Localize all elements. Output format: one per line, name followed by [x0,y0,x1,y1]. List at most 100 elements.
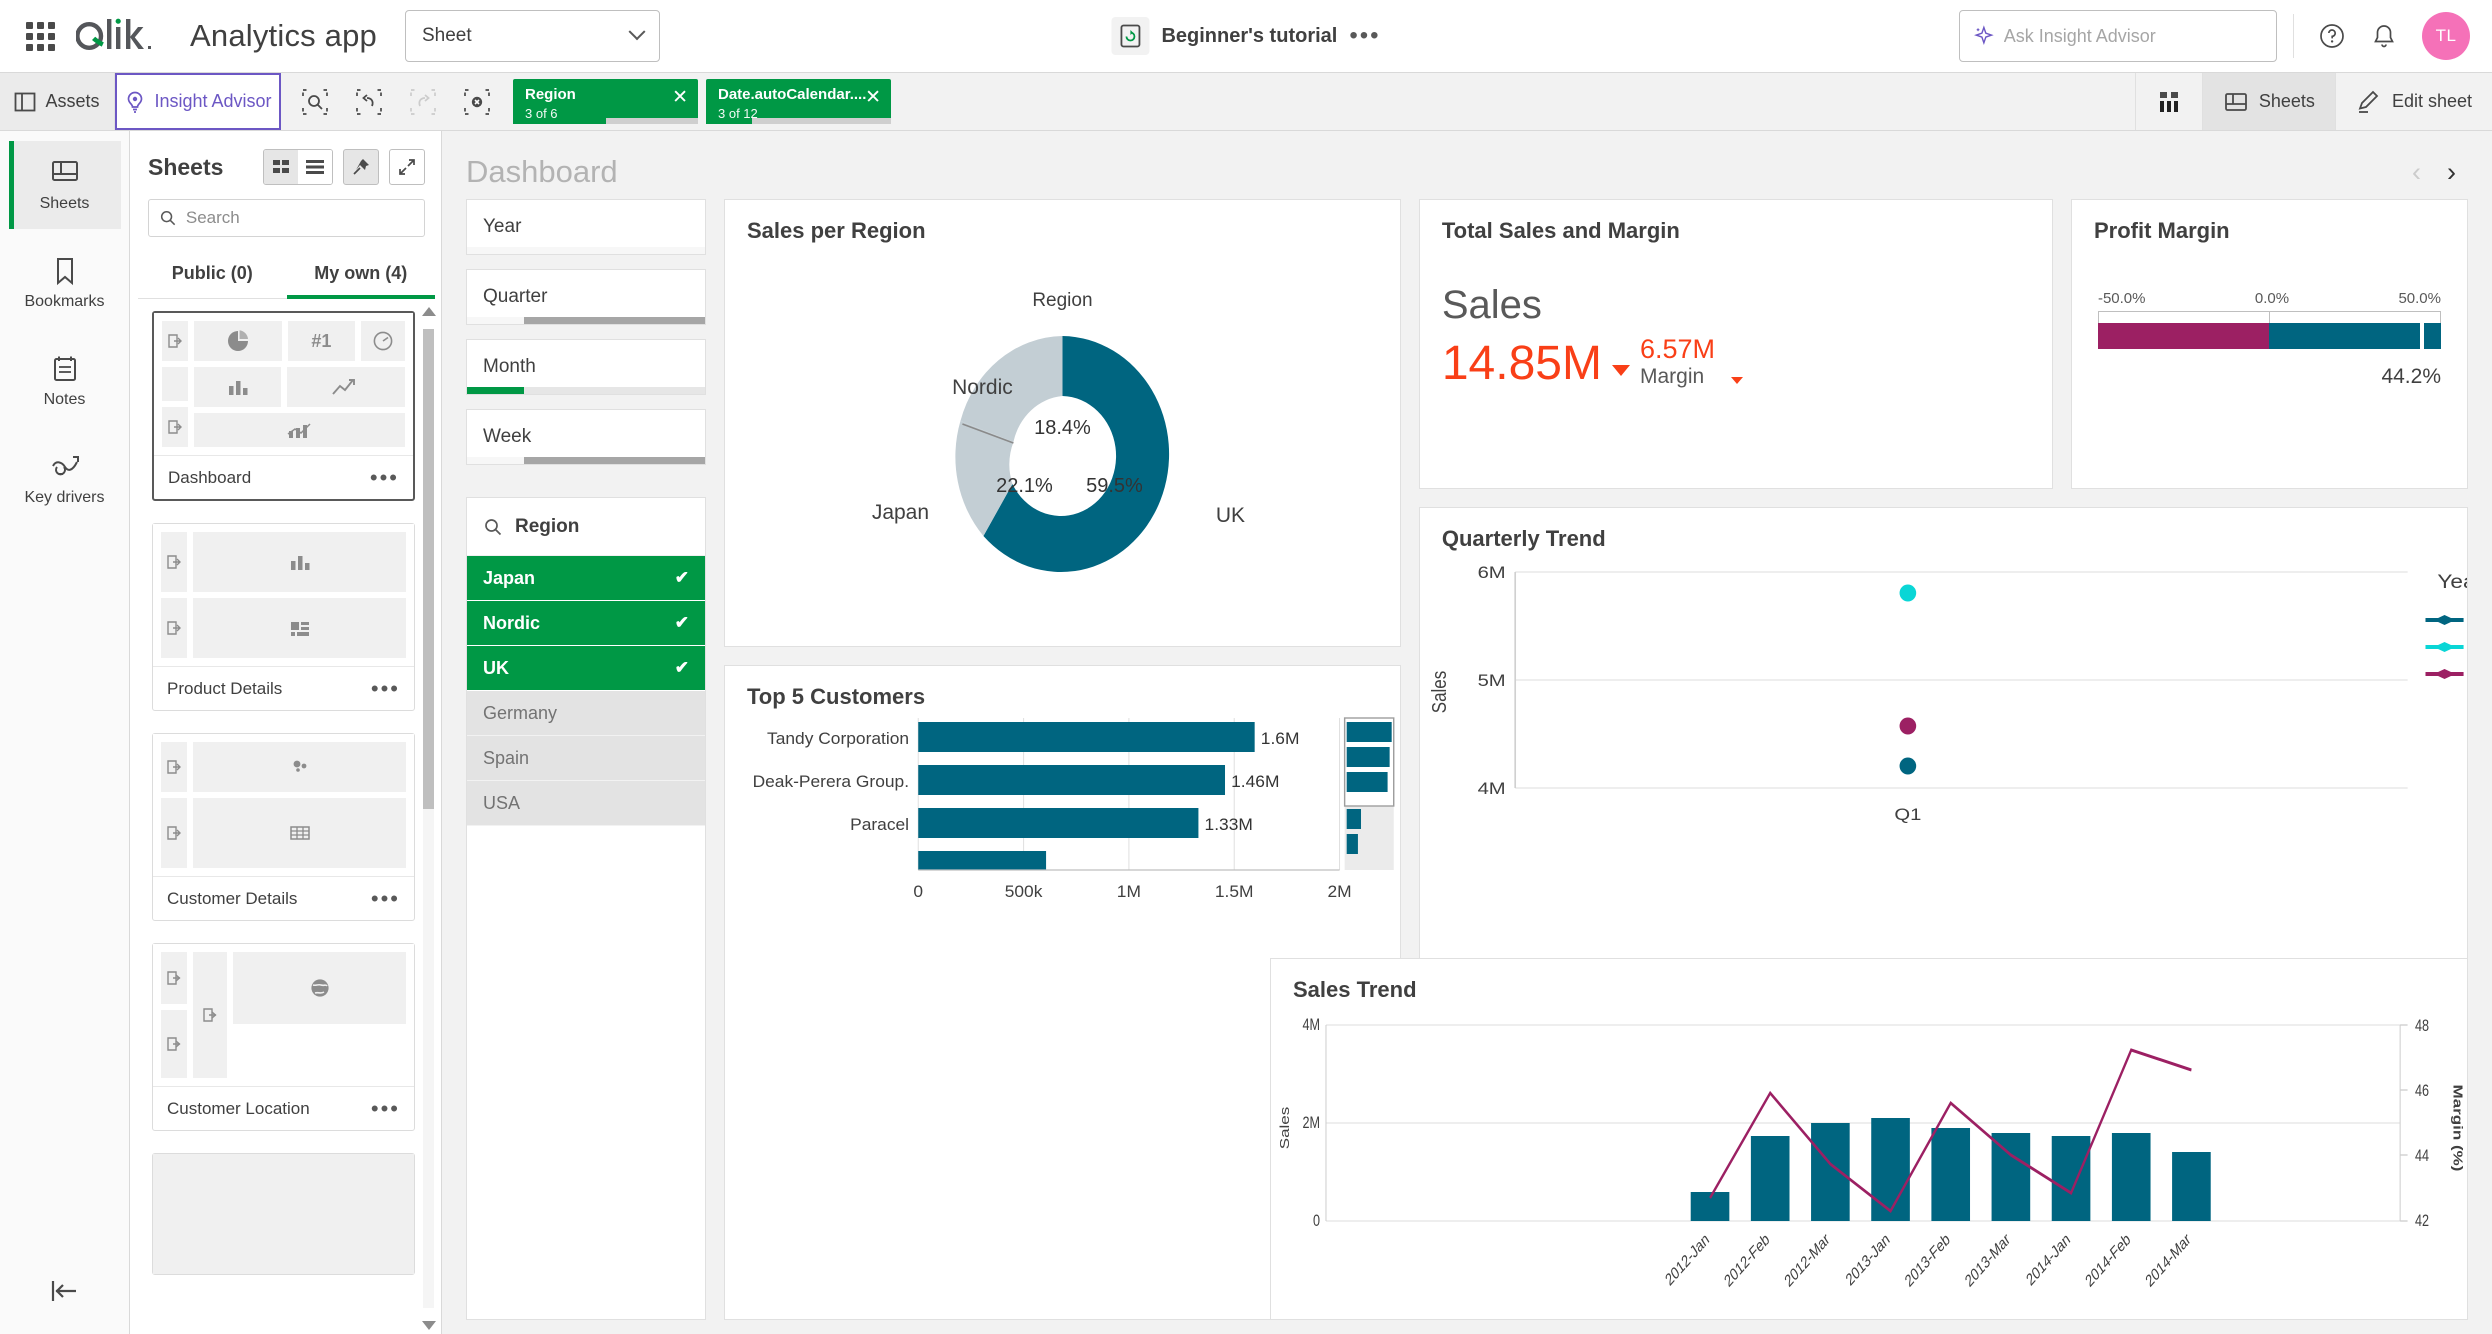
gauge-bar[interactable] [2097,323,2441,349]
sheet-card-customer-location[interactable]: Customer Location ••• [152,943,415,1131]
tab-public[interactable]: Public (0) [138,251,287,298]
scatter-point-2014[interactable] [1899,717,1917,735]
sheet-more-icon[interactable]: ••• [371,887,400,909]
chart-profit-margin[interactable]: Profit Margin -50.0% 0.0% 50.0% 44.2% [2070,199,2468,489]
scroll-down-arrow[interactable] [422,1321,436,1330]
expand-icon[interactable] [389,149,425,185]
filter-progress [467,387,705,394]
listbox-item-usa[interactable]: USA [467,781,705,826]
question-circle-icon[interactable] [2310,14,2354,58]
edit-sheet-button[interactable]: Edit sheet [2334,73,2492,130]
region-search-row[interactable]: Region [467,498,705,556]
chart-title: Quarterly Trend [1441,526,1606,551]
bar-segment[interactable] [918,808,1199,838]
tutorial-icon[interactable] [1111,17,1150,55]
left-rail: Sheets Bookmarks Notes Key drivers [0,131,130,1334]
y-tick-label: 6M [1477,563,1505,582]
thumb-kpi-tile: #1 [287,321,356,361]
sheets-search-box[interactable] [148,199,425,237]
chart-sales-trend[interactable]: Sales Trend Sales 4M 2M 0 2012-Jan 2012-… [1270,958,2468,1320]
chart-sales-per-region[interactable]: Sales per Region Region Nordic Japan UK … [724,199,1401,647]
y2-tick-label: 44 [2415,1146,2429,1165]
bar-segment[interactable] [918,765,1226,795]
listbox-item-germany[interactable]: Germany [467,691,705,736]
legend-item-2013[interactable]: 2013 [2425,639,2467,659]
view-mode-toggle[interactable] [263,149,333,185]
listbox-item-uk[interactable]: UK ✔ [467,646,705,691]
listbox-item-japan[interactable]: Japan ✔ [467,556,705,601]
sidebar-item-key-drivers[interactable]: Key drivers [9,435,121,523]
listbox-item-spain[interactable]: Spain [467,736,705,781]
kpi-total-sales-and-margin[interactable]: Total Sales and Margin Sales 14.85M 6.57… [1418,199,2053,489]
filter-week[interactable]: Week [466,409,706,465]
legend-item-2014[interactable]: 2014 [2425,666,2467,686]
sheet-more-icon[interactable]: ••• [371,1097,400,1119]
sheet-card-product-details[interactable]: Product Details ••• [152,523,415,711]
sidebar-item-notes[interactable]: Notes [9,337,121,425]
clear-selections-icon[interactable] [453,79,501,125]
bar-chart-minichart[interactable] [1343,717,1395,870]
sheet-more-icon[interactable]: ••• [370,466,399,488]
selection-chip[interactable]: Date.autoCalendar.... 3 of 12 ✕ [706,79,891,124]
sheet-selector-dropdown[interactable]: Sheet [404,10,660,62]
next-sheet-arrow[interactable]: › [2447,157,2456,188]
layout-grid-button[interactable] [2134,73,2202,130]
previous-sheet-arrow[interactable]: ‹ [2412,157,2421,188]
legend-item-2012[interactable]: 2012 [2425,612,2467,632]
donut-dimension-label: Region [1032,290,1092,311]
sheets-button[interactable]: Sheets [2201,73,2335,130]
apps-grid-icon[interactable] [14,21,66,51]
insight-advisor-button[interactable]: Insight Advisor [115,73,281,130]
sheet-card-customer-details[interactable]: Customer Details ••• [152,733,415,921]
sidebar-item-sheets[interactable]: Sheets [8,141,121,229]
listbox-value: Japan [483,567,536,588]
search-icon [485,518,502,535]
sheet-card-dashboard[interactable]: #1 Dashboard ••• [152,311,415,501]
pin-icon[interactable] [343,149,379,185]
gauge-tick-labels: -50.0% 0.0% 50.0% [2098,290,2441,307]
thumb-filter-tile [193,952,227,1078]
notification-bell-icon[interactable] [2362,14,2406,58]
selection-search-icon[interactable] [291,79,339,125]
donut-value-japan: 22.1% [996,475,1053,497]
tutorial-more-icon[interactable]: ••• [1349,24,1380,48]
bar-segment[interactable] [918,851,1047,870]
sheet-content-area: Dashboard ‹ › Year Quarter Month Week Re… [442,131,2492,1334]
sheet-card-partial[interactable] [152,1153,415,1275]
list-view-icon[interactable] [298,150,332,184]
chip-close-icon[interactable]: ✕ [672,88,688,107]
filter-month[interactable]: Month [466,339,706,395]
selection-chip[interactable]: Region 3 of 6 ✕ [513,79,698,124]
filter-quarter[interactable]: Quarter [466,269,706,325]
insight-advisor-input[interactable] [2003,25,2262,47]
step-back-icon[interactable] [345,79,393,125]
collapse-left-icon[interactable] [48,1279,82,1308]
thumb-bar-tile [193,532,406,592]
tab-my-own[interactable]: My own (4) [286,251,436,299]
scroll-up-arrow[interactable] [422,307,436,316]
sheets-panel: Sheets Search Public (0) My own (4) #1 D… [130,131,2491,1334]
assets-button[interactable]: Assets [0,73,115,130]
scatter-point-2013[interactable] [1899,584,1917,602]
qlik-logo[interactable] [76,13,172,59]
bar-series[interactable] [1690,1118,2211,1221]
scrollbar-thumb[interactable] [423,329,434,809]
avatar[interactable]: TL [2422,12,2470,60]
x-tick-label: 2M [1327,881,1351,901]
filter-year[interactable]: Year [466,199,706,255]
insight-advisor-search[interactable] [1959,10,2277,62]
sheet-more-icon[interactable]: ••• [371,677,400,699]
sheets-scrollbar[interactable] [421,303,436,1334]
listbox-item-nordic[interactable]: Nordic ✔ [467,601,705,646]
grid-view-icon[interactable] [264,150,298,184]
chip-close-icon[interactable]: ✕ [865,88,881,107]
sheet-thumbnail [153,1154,414,1274]
scatter-point-2012[interactable] [1899,757,1917,775]
chart-title: Total Sales and Margin [1441,218,1680,243]
x-tick-label: 2013-Mar [1962,1230,2013,1292]
thumb-combo-tile [194,413,405,447]
sidebar-item-bookmarks[interactable]: Bookmarks [9,239,121,327]
combo-chart: Sales 4M 2M 0 2012-Jan 2012-Feb 2012-Mar… [1278,1015,2465,1292]
sheets-search-input[interactable] [185,208,414,228]
bar-segment[interactable] [918,722,1255,752]
